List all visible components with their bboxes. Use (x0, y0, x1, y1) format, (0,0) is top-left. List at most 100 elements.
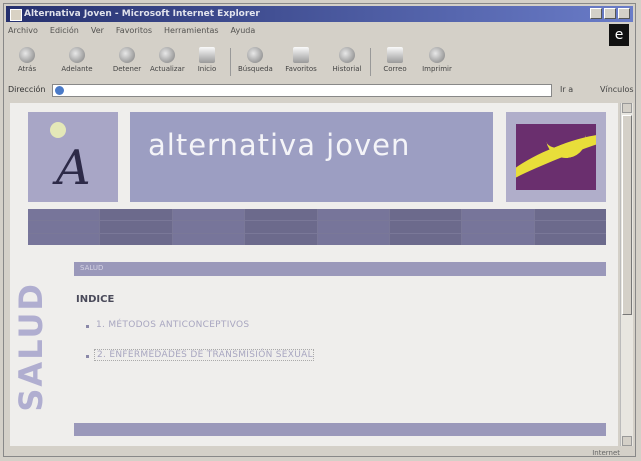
nav-cell[interactable] (534, 209, 606, 221)
scroll-thumb[interactable] (622, 115, 632, 315)
stop-button[interactable]: Detener (110, 44, 144, 78)
ie-throbber-icon: e (609, 24, 629, 46)
refresh-label: Actualizar (150, 65, 185, 73)
home-icon (199, 47, 215, 63)
print-label: Imprimir (422, 65, 452, 73)
site-logo[interactable]: A (28, 112, 118, 202)
index-list: 1. MÉTODOS ANTICONCEPTIVOS 2. ENFERMEDAD… (86, 320, 314, 380)
menu-edit[interactable]: Edición (50, 26, 79, 40)
bullet-icon (86, 355, 89, 358)
links-button[interactable]: Vínculos (600, 85, 634, 94)
menu-view[interactable]: Ver (91, 26, 104, 40)
nav-cell[interactable] (28, 233, 100, 245)
nav-cell[interactable] (172, 233, 245, 245)
toolbar-separator-2 (370, 48, 371, 76)
partner-logo[interactable] (506, 112, 606, 202)
nav-cell[interactable] (389, 209, 462, 221)
stop-icon (119, 47, 135, 63)
scroll-down-button[interactable] (622, 436, 632, 446)
nav-grid (28, 209, 606, 245)
menu-bar: Archivo Edición Ver Favoritos Herramient… (8, 26, 255, 40)
title-bar: Alternativa Joven - Microsoft Internet E… (6, 6, 633, 22)
page-content: A alternativa joven SALUD SALUD INDICE 1… (10, 103, 618, 446)
side-heading-text: SALUD (12, 282, 50, 412)
nav-cell[interactable] (317, 233, 389, 245)
print-icon (429, 47, 445, 63)
nav-cell[interactable] (100, 233, 172, 245)
nav-cell[interactable] (172, 221, 245, 233)
nav-cell[interactable] (245, 221, 317, 233)
forward-icon (69, 47, 85, 63)
menu-tools[interactable]: Herramientas (164, 26, 219, 40)
nav-cell[interactable] (28, 221, 100, 233)
side-heading: SALUD (12, 282, 50, 438)
toolbar: Atrás Adelante Detener Actualizar Inicio… (8, 44, 608, 80)
nav-cell[interactable] (317, 209, 389, 221)
search-icon (247, 47, 263, 63)
favorites-icon (293, 47, 309, 63)
go-button[interactable]: Ir a (560, 85, 573, 94)
favorites-label: Favoritos (285, 65, 317, 73)
history-label: Historial (332, 65, 362, 73)
address-label: Dirección (8, 85, 46, 94)
banner-title: alternativa joven (148, 128, 411, 162)
nav-cell[interactable] (462, 233, 534, 245)
logo-dot (50, 122, 66, 138)
nav-cell[interactable] (534, 221, 606, 233)
nav-cell[interactable] (462, 209, 534, 221)
nav-cell[interactable] (389, 221, 462, 233)
section-label: SALUD (80, 264, 104, 272)
footer-bar (74, 423, 606, 436)
page-icon (55, 86, 64, 95)
back-icon (19, 47, 35, 63)
favorites-button[interactable]: Favoritos (284, 44, 318, 78)
nav-cell[interactable] (534, 233, 606, 245)
mail-label: Correo (383, 65, 407, 73)
mail-button[interactable]: Correo (378, 44, 412, 78)
minimize-button[interactable] (590, 8, 602, 19)
site-banner: alternativa joven (130, 112, 493, 202)
address-input[interactable] (52, 84, 552, 97)
history-button[interactable]: Historial (330, 44, 364, 78)
refresh-icon (159, 47, 175, 63)
back-label: Atrás (17, 65, 37, 73)
print-button[interactable]: Imprimir (420, 44, 454, 78)
index-title: INDICE (76, 294, 115, 305)
menu-favorites[interactable]: Favoritos (116, 26, 152, 40)
section-header: SALUD (74, 262, 606, 276)
maximize-button[interactable] (604, 8, 616, 19)
nav-cell[interactable] (172, 209, 245, 221)
refresh-button[interactable]: Actualizar (150, 44, 185, 78)
nav-cell[interactable] (389, 233, 462, 245)
index-item[interactable]: 2. ENFERMEDADES DE TRANSMISIÓN SEXUAL (86, 349, 314, 380)
history-icon (339, 47, 355, 63)
address-bar: Dirección Ir a Vínculos (8, 84, 634, 98)
search-button[interactable]: Búsqueda (238, 44, 273, 78)
nav-cell[interactable] (317, 221, 389, 233)
browser-window: Alternativa Joven - Microsoft Internet E… (3, 3, 636, 457)
nav-cell[interactable] (100, 209, 172, 221)
close-button[interactable] (618, 8, 630, 19)
index-item[interactable]: 1. MÉTODOS ANTICONCEPTIVOS (86, 320, 314, 350)
scroll-up-button[interactable] (622, 103, 632, 113)
stop-label: Detener (112, 65, 142, 73)
back-button[interactable]: Atrás (10, 44, 44, 78)
home-button[interactable]: Inicio (190, 44, 224, 78)
window-title: Alternativa Joven - Microsoft Internet E… (24, 9, 260, 19)
nav-cell[interactable] (100, 221, 172, 233)
status-bar: Internet (7, 448, 634, 458)
menu-help[interactable]: Ayuda (231, 26, 256, 40)
nav-cell[interactable] (28, 209, 100, 221)
index-link[interactable]: 2. ENFERMEDADES DE TRANSMISIÓN SEXUAL (94, 349, 314, 361)
menu-file[interactable]: Archivo (8, 26, 38, 40)
home-label: Inicio (197, 65, 217, 73)
partner-logo-image (516, 124, 596, 190)
forward-button[interactable]: Adelante (60, 44, 94, 78)
forward-label: Adelante (61, 65, 93, 73)
vertical-scrollbar[interactable] (620, 103, 633, 446)
index-link[interactable]: 1. MÉTODOS ANTICONCEPTIVOS (94, 320, 249, 330)
search-label: Búsqueda (238, 65, 273, 73)
nav-cell[interactable] (462, 221, 534, 233)
nav-cell[interactable] (245, 209, 317, 221)
nav-cell[interactable] (245, 233, 317, 245)
